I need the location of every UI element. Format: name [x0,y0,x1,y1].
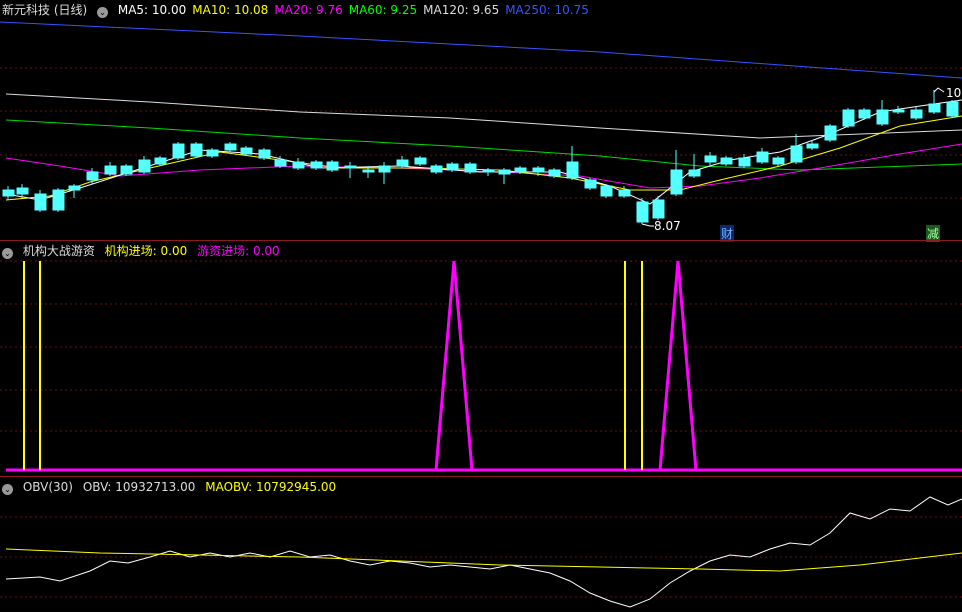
candle-body [756,151,769,163]
candle-body [104,165,117,175]
candle-body [2,189,15,197]
ma250-line [0,21,962,79]
kline-pane[interactable]: 新元科技 (日线) ⌄ MA5: 10.00 MA10: 10.08 MA20: 9… [0,0,962,242]
candle-body [120,165,133,175]
candle-body [584,179,597,189]
maobv-line [5,548,962,572]
high-price-label: 10 [946,86,962,100]
obv-indicator-pane[interactable]: ⌄ OBV(30) OBV: 10932713.00 MAOBV: 107929… [0,477,962,612]
low-marker-arrow [641,223,654,227]
candle-body [548,169,561,177]
candle-body [86,171,99,181]
candle-body [738,157,751,167]
candle-body [720,157,733,165]
candle-body [16,187,29,195]
candle-body [34,193,47,211]
obv-chart[interactable] [0,477,962,612]
candle-body [52,189,65,211]
candle-body [842,109,855,127]
candle-body [532,167,545,173]
ma120-line [5,93,962,139]
candle-body [566,161,579,179]
candle-body [310,161,323,169]
candle-body [946,101,959,117]
candle-body [806,143,819,149]
candle-body [772,157,785,165]
candle-body [498,169,511,175]
obv-line [5,496,962,608]
candle-body [928,103,941,113]
candle-body [446,163,459,171]
candle-body [292,161,305,169]
candle-body [514,167,527,173]
candle-body [172,143,185,159]
candle-body [414,157,427,165]
candle-body [378,165,391,173]
candle-body [68,185,81,191]
candle-body [154,157,167,165]
candle-body [240,147,253,155]
candle-body [824,125,837,141]
low-price-label: 8.07 [654,219,681,233]
youzi-spike [434,260,474,471]
candle-body [274,159,287,167]
candle-body [396,159,409,167]
candle-body [704,155,717,163]
candle-body [190,143,203,157]
youzi-spike [658,260,698,471]
ma10-line [5,115,962,201]
candle-body [258,149,271,159]
candle-body [138,159,151,173]
candle-body [892,109,905,113]
candle-body [790,145,803,163]
candle-body [618,189,631,197]
jigou-indicator-pane[interactable]: ⌄ 机构大战游资 机构进场: 0.00 游资进场: 0.00 [0,241,962,476]
high-marker-arrow [933,87,945,93]
candle-body [464,163,477,173]
candle-body [362,169,375,173]
candle-body [206,149,219,157]
candle-body [224,143,237,151]
candle-body [636,201,649,223]
ma5-line [5,99,962,205]
candle-body [652,199,665,219]
candle-body [600,185,613,197]
candle-body [858,109,871,119]
candle-body [344,165,357,169]
candle-body [688,169,701,177]
candle-body [326,161,339,171]
candlestick-chart[interactable] [0,0,962,240]
candle-body [876,109,889,125]
candle-body [482,169,495,173]
candle-body [910,109,923,119]
candle-body [430,165,443,173]
jigou-chart[interactable] [0,241,962,476]
candle-body [670,169,683,195]
